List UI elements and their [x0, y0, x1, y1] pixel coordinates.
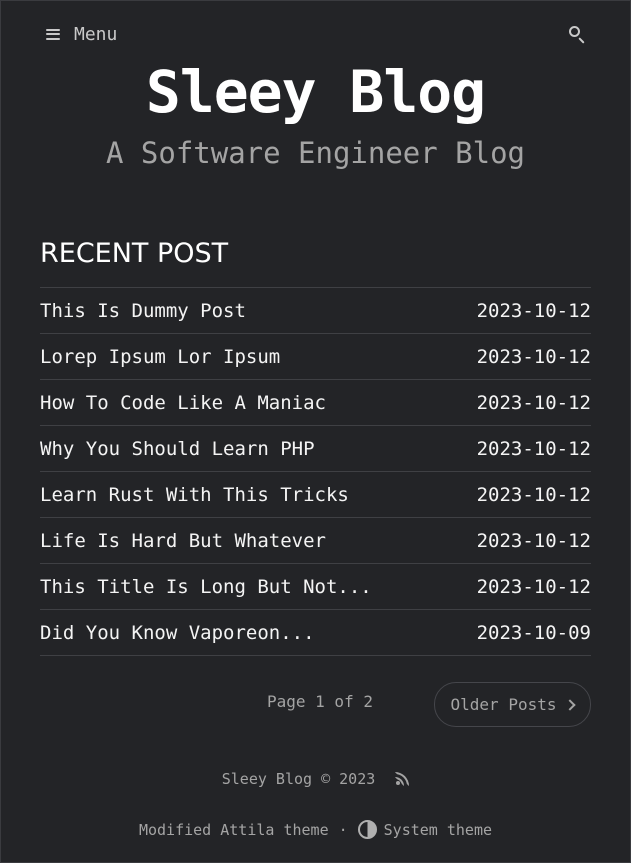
site-title[interactable]: Sleey Blog — [0, 58, 631, 126]
post-row[interactable]: Life Is Hard But Whatever 2023-10-12 — [40, 518, 591, 564]
post-date: 2023-10-12 — [476, 529, 591, 552]
chevron-right-icon — [564, 699, 577, 711]
theme-toggle[interactable]: System theme — [357, 820, 493, 839]
theme-toggle-label: System theme — [383, 820, 493, 839]
post-title[interactable]: How To Code Like A Maniac — [40, 392, 326, 414]
post-title[interactable]: This Is Dummy Post — [40, 300, 246, 322]
post-row[interactable]: This Title Is Long But Not... 2023-10-12 — [40, 564, 591, 610]
top-bar: Menu — [46, 20, 587, 48]
post-title[interactable]: Life Is Hard But Whatever — [40, 530, 326, 552]
site-subtitle: A Software Engineer Blog — [105, 136, 526, 170]
post-date: 2023-10-12 — [476, 483, 591, 506]
post-title[interactable]: This Title Is Long But Not... — [40, 576, 372, 598]
post-row[interactable]: Why You Should Learn PHP 2023-10-12 — [40, 426, 591, 472]
post-title[interactable]: Why You Should Learn PHP — [40, 438, 315, 460]
post-row[interactable]: This Is Dummy Post 2023-10-12 — [40, 288, 591, 334]
post-list: This Is Dummy Post 2023-10-12 Lorep Ipsu… — [40, 287, 591, 656]
page-info: Page 1 of 2 — [267, 692, 373, 711]
post-title[interactable]: Learn Rust With This Tricks — [40, 484, 349, 506]
copyright-text: Sleey Blog © 2023 — [221, 770, 376, 788]
post-row[interactable]: Lorep Ipsum Lor Ipsum 2023-10-12 — [40, 334, 591, 380]
post-date: 2023-10-12 — [476, 299, 591, 322]
hamburger-icon — [46, 28, 60, 40]
post-date: 2023-10-12 — [476, 391, 591, 414]
post-title[interactable]: Lorep Ipsum Lor Ipsum — [40, 346, 280, 368]
pagination: Page 1 of 2 Older Posts — [40, 682, 591, 728]
older-posts-button[interactable]: Older Posts — [434, 682, 591, 727]
contrast-icon — [357, 820, 377, 839]
post-date: 2023-10-12 — [476, 345, 591, 368]
search-icon[interactable] — [567, 24, 587, 44]
footer-theme-row: Modified Attila theme · System theme — [0, 820, 631, 839]
older-posts-label: Older Posts — [450, 695, 557, 714]
theme-credit-link[interactable]: Modified Attila theme — [139, 821, 329, 839]
recent-post-heading: RECENT POST — [40, 238, 229, 269]
menu-label: Menu — [74, 23, 118, 45]
menu-button[interactable]: Menu — [46, 24, 117, 45]
post-date: 2023-10-12 — [476, 437, 591, 460]
post-title[interactable]: Did You Know Vaporeon... — [40, 622, 315, 644]
post-row[interactable]: Learn Rust With This Tricks 2023-10-12 — [40, 472, 591, 518]
separator: · — [338, 820, 348, 839]
post-date: 2023-10-09 — [476, 621, 591, 644]
post-row[interactable]: Did You Know Vaporeon... 2023-10-09 — [40, 610, 591, 656]
post-date: 2023-10-12 — [476, 575, 591, 598]
post-row[interactable]: How To Code Like A Maniac 2023-10-12 — [40, 380, 591, 426]
footer-copyright-row: Sleey Blog © 2023 — [0, 770, 631, 788]
rss-icon[interactable] — [395, 772, 410, 786]
